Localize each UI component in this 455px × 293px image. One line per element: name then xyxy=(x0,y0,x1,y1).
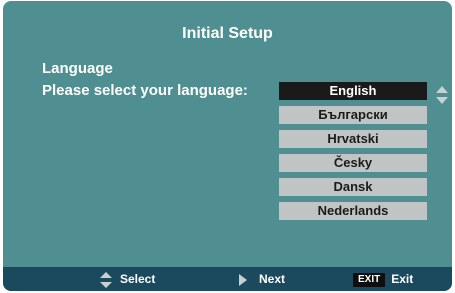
page-title: Initial Setup xyxy=(182,25,273,42)
language-option-english[interactable]: English xyxy=(279,82,427,100)
language-option-croatian[interactable]: Hrvatski xyxy=(279,130,427,148)
language-option-czech[interactable]: Česky xyxy=(279,154,427,172)
footer-next[interactable]: Next xyxy=(239,267,285,291)
footer-bar: Select Next EXIT Exit xyxy=(3,267,452,291)
section-heading: Language xyxy=(42,60,113,77)
exit-key-badge: EXIT xyxy=(353,272,386,287)
right-arrow-icon xyxy=(239,273,247,286)
next-label: Next xyxy=(259,272,286,286)
language-list: English Български Hrvatski Česky Dansk N… xyxy=(279,82,427,226)
setup-screen: Initial Setup Language Please select you… xyxy=(3,1,452,291)
up-down-arrows-icon[interactable] xyxy=(436,86,448,104)
language-option-danish[interactable]: Dansk xyxy=(279,178,427,196)
footer-exit[interactable]: EXIT Exit xyxy=(353,267,413,291)
select-label: Select xyxy=(120,272,156,286)
exit-label: Exit xyxy=(391,272,414,286)
language-option-dutch[interactable]: Nederlands xyxy=(279,202,427,220)
language-option-bulgarian[interactable]: Български xyxy=(279,106,427,124)
footer-select[interactable]: Select xyxy=(100,267,155,291)
up-down-arrows-icon xyxy=(100,271,112,288)
language-prompt: Please select your language: xyxy=(42,82,248,99)
